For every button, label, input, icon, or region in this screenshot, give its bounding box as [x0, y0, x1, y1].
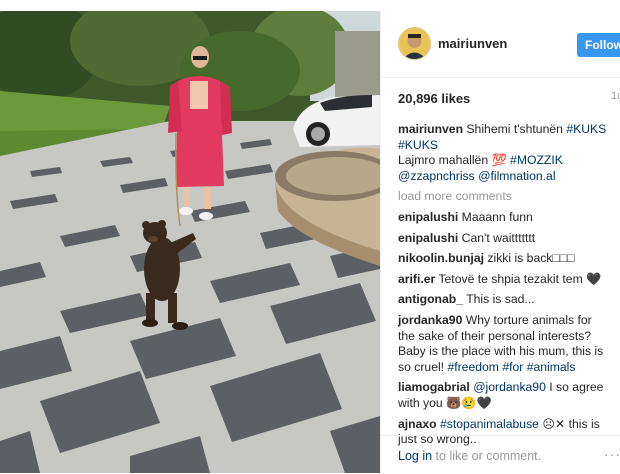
comment: enipalushi Can't waittttttt	[398, 231, 610, 247]
mention[interactable]: @filmnation.al	[478, 169, 555, 183]
comment-text: Can't waittttttt	[461, 230, 536, 245]
comment-text: zikki is back□□□	[487, 251, 575, 266]
login-link[interactable]: Log in	[398, 449, 432, 463]
comment-username[interactable]: enipalushi	[398, 231, 458, 245]
caption-username[interactable]: mairiunven	[398, 122, 463, 136]
comment: enipalushi Maaann funn	[398, 210, 610, 226]
comments-list: mairiunven Shihemi t'shtunën #KUKS #KUKS…	[398, 122, 610, 453]
load-more-comments[interactable]: load more comments	[398, 189, 610, 205]
comment-username[interactable]: jordanka90	[398, 313, 462, 327]
hashtag[interactable]: #KUKS	[398, 138, 438, 152]
comment-text: Tetovë te shpia tezakit tem 🖤	[438, 271, 602, 286]
post-photo[interactable]	[0, 11, 380, 473]
caption-text: Shihemi t'shtunën	[466, 122, 567, 136]
caption: mairiunven Shihemi t'shtunën #KUKS #KUKS…	[398, 122, 610, 184]
hashtag[interactable]: #stopanimalabuse	[440, 417, 539, 431]
follow-button[interactable]: Follow	[577, 33, 620, 57]
comment-username[interactable]: arifi.er	[398, 272, 435, 286]
more-options-icon[interactable]: ···	[604, 446, 620, 462]
comment-username[interactable]: antigonab_	[398, 292, 463, 306]
post-username[interactable]: mairiunven	[438, 36, 507, 51]
login-prompt-text: to like or comment.	[432, 449, 542, 463]
comment-username[interactable]: enipalushi	[398, 210, 458, 224]
hashtag[interactable]: #MOZZIK	[510, 153, 563, 167]
mention[interactable]: @jordanka90	[473, 380, 546, 394]
likes-row: 20,896 likes 1c	[398, 90, 620, 110]
post-footer: Log in to like or comment. ···	[381, 435, 620, 474]
login-prompt: Log in to like or comment.	[398, 449, 541, 463]
hashtag[interactable]: #KUKS	[566, 122, 606, 136]
comment-username[interactable]: nikoolin.bunjaj	[398, 251, 484, 265]
post-side-panel: mairiunven Follow 20,896 likes 1c mairiu…	[380, 11, 620, 473]
comment: liamogabrial @jordanka90 I so agree with…	[398, 380, 610, 411]
comment-username[interactable]: liamogabrial	[398, 380, 470, 394]
avatar[interactable]	[398, 27, 431, 60]
comment-text: Maaann funn	[461, 209, 533, 224]
hashtag[interactable]: #freedom #for #animals	[447, 360, 575, 374]
comment: jordanka90 Why torture animals for the s…	[398, 313, 610, 375]
post-header: mairiunven Follow	[381, 11, 620, 78]
post-time[interactable]: 1c	[611, 90, 620, 102]
comment: arifi.er Tetovë te shpia tezakit tem 🖤	[398, 272, 610, 288]
comment-text: This is sad...	[466, 292, 535, 307]
comment-username[interactable]: ajnaxo	[398, 417, 437, 431]
comment: nikoolin.bunjaj zikki is back□□□	[398, 251, 610, 267]
caption-text: Lajmro mahallën 💯	[398, 153, 511, 168]
comment: antigonab_ This is sad...	[398, 292, 610, 308]
mention[interactable]: @zzapnchriss	[398, 169, 475, 183]
likes-count[interactable]: 20,896 likes	[398, 91, 470, 106]
